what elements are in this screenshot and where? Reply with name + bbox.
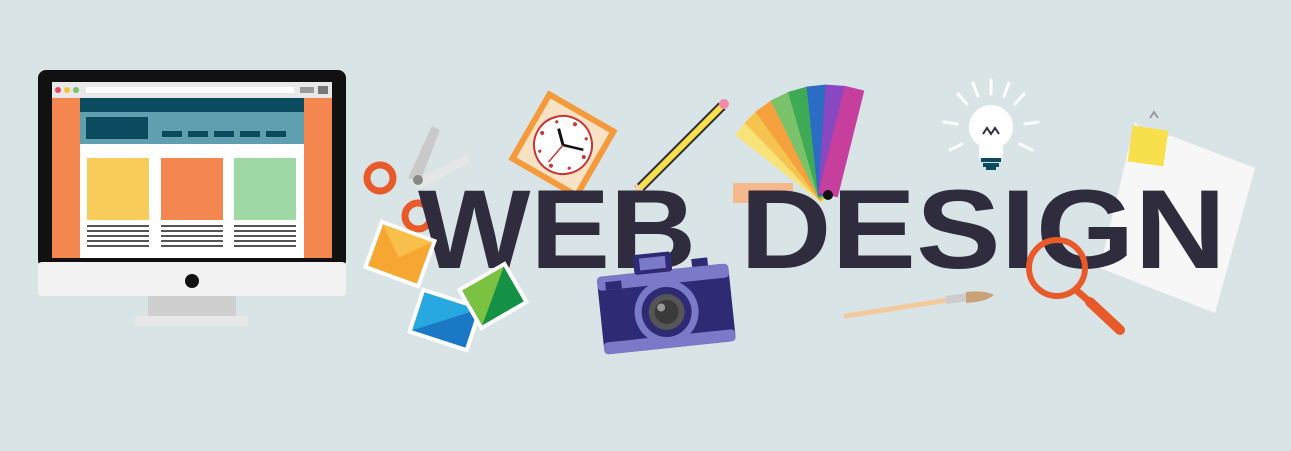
title-word-design: DESIGN — [740, 167, 1226, 292]
desktop-monitor-icon — [38, 70, 346, 326]
light-bulb-icon — [942, 78, 1040, 170]
paint-brush-icon — [843, 291, 994, 319]
banner-title: WEB DESIGN — [418, 167, 1226, 292]
web-design-banner: WEB DESIGN — [38, 70, 1255, 355]
